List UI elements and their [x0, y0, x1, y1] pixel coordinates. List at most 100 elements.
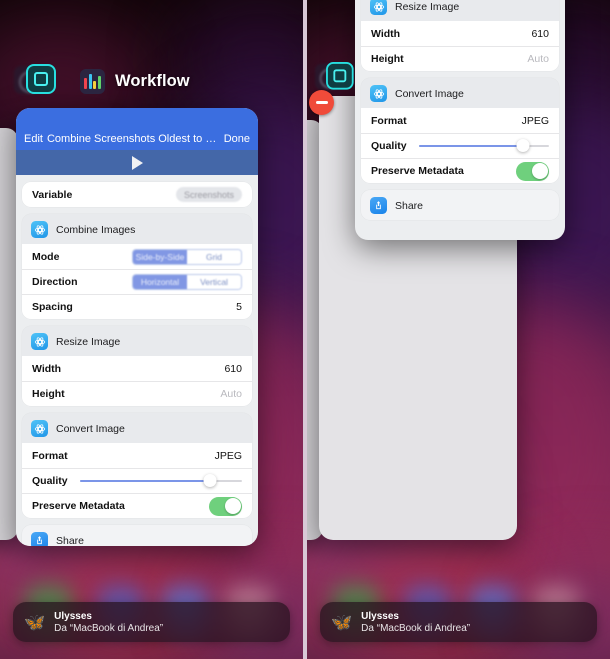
row-mode[interactable]: Mode Side-by-Side Grid [22, 244, 252, 269]
share-icon [31, 532, 48, 546]
done-button[interactable]: Done [224, 133, 250, 145]
workflow-card-right[interactable]: Resize Image Width 610 Height Auto Conve… [355, 0, 565, 240]
segment-option[interactable]: Vertical [187, 275, 241, 289]
row-label: Direction [32, 276, 78, 288]
block-title: Share [395, 199, 424, 212]
action-block-variable[interactable]: Variable Screenshots [22, 182, 252, 207]
screenshot-divider [303, 0, 307, 659]
row-label: Quality [371, 140, 407, 152]
remove-card-button[interactable] [309, 90, 334, 115]
block-title: Share [56, 534, 85, 547]
row-value[interactable]: 610 [224, 363, 242, 375]
row-height[interactable]: Height Auto [361, 46, 559, 71]
ulysses-butterfly-icon: 🦋 [24, 612, 46, 632]
block-header: Share [22, 525, 252, 546]
app-title: Workflow [115, 71, 190, 90]
notification-title: Ulysses [54, 610, 92, 622]
row-value[interactable]: JPEG [215, 450, 242, 462]
run-workflow-bar[interactable] [16, 150, 258, 175]
workflow-app-icon [80, 68, 105, 94]
block-header: Convert Image [361, 78, 559, 108]
row-value[interactable]: Auto [527, 53, 549, 65]
row-label: Format [32, 449, 68, 462]
workflow-action-list-right: Resize Image Width 610 Height Auto Conve… [355, 0, 565, 228]
notification-subtitle: Da “MacBook di Andrea” [54, 622, 164, 634]
preserve-metadata-toggle[interactable] [516, 161, 549, 181]
convert-image-icon [370, 85, 387, 102]
block-header: Share [361, 190, 559, 220]
foreground-app-icon [26, 64, 56, 94]
row-preserve-metadata[interactable]: Preserve Metadata [361, 158, 559, 183]
segment-option[interactable]: Side-by-Side [133, 249, 187, 264]
workflow-navbar: Edit Combine Screenshots Oldest to N… Do… [16, 108, 258, 150]
edit-button[interactable]: Edit [24, 133, 43, 145]
row-label: Mode [32, 250, 60, 263]
app-switcher-card-icon [14, 64, 56, 98]
row-label: Height [371, 53, 404, 65]
segment-option[interactable]: Grid [187, 249, 241, 264]
action-block-resize-image[interactable]: Resize Image Width 610 Height Auto [22, 326, 252, 406]
block-header: Resize Image [22, 326, 252, 356]
row-format[interactable]: Format JPEG [361, 108, 559, 133]
action-block-share[interactable]: Share [22, 525, 252, 546]
row-label: Quality [32, 475, 68, 487]
block-title: Convert Image [395, 87, 464, 100]
row-value[interactable]: Auto [220, 388, 242, 400]
row-label: Preserve Metadata [371, 165, 464, 177]
resize-image-icon [31, 333, 48, 350]
row-label: Width [371, 27, 401, 40]
block-header: Combine Images [22, 214, 252, 244]
row-label: Spacing [32, 301, 73, 313]
quality-slider[interactable] [79, 474, 242, 488]
row-quality[interactable]: Quality [361, 133, 559, 158]
app-switcher-card-icon [315, 62, 354, 93]
workflow-title: Combine Screenshots Oldest to N… [46, 133, 224, 145]
row-spacing[interactable]: Spacing 5 [22, 294, 252, 319]
block-header: Resize Image [361, 0, 559, 21]
segment-option[interactable]: Horizontal [133, 275, 187, 289]
combine-images-icon [31, 221, 48, 238]
play-icon[interactable] [131, 155, 143, 170]
workflow-card-left[interactable]: Edit Combine Screenshots Oldest to N… Do… [16, 108, 258, 546]
row-width[interactable]: Width 610 [361, 21, 559, 46]
row-height[interactable]: Height Auto [22, 381, 252, 406]
notification-title: Ulysses [361, 610, 399, 622]
workflow-action-list: Variable Screenshots Combine Images Mode… [16, 182, 258, 546]
block-title: Resize Image [395, 0, 460, 13]
row-value[interactable]: 5 [236, 301, 242, 313]
quality-slider[interactable] [418, 139, 549, 153]
row-width[interactable]: Width 610 [22, 356, 252, 381]
foreground-app-icon [326, 62, 354, 90]
action-block-resize-image[interactable]: Resize Image Width 610 Height Auto [361, 0, 559, 71]
row-direction[interactable]: Direction Horizontal Vertical [22, 269, 252, 294]
row-label: Width [32, 362, 62, 375]
row-value[interactable]: 610 [531, 28, 549, 40]
app-card-header-left[interactable]: Workflow [14, 64, 190, 98]
notification-subtitle: Da “MacBook di Andrea” [361, 622, 471, 634]
action-block-share[interactable]: Share [361, 190, 559, 220]
row-label: Height [32, 388, 65, 400]
row-value[interactable]: JPEG [522, 115, 549, 127]
block-title: Combine Images [56, 223, 136, 236]
resize-image-icon [370, 0, 387, 15]
row-preserve-metadata[interactable]: Preserve Metadata [22, 493, 252, 518]
notification-banner[interactable]: 🦋 Ulysses Da “MacBook di Andrea” [320, 602, 597, 642]
preserve-metadata-toggle[interactable] [209, 496, 242, 516]
convert-image-icon [31, 420, 48, 437]
row-quality[interactable]: Quality [22, 468, 252, 493]
action-block-combine-images[interactable]: Combine Images Mode Side-by-Side Grid Di… [22, 214, 252, 319]
direction-segmented-control[interactable]: Horizontal Vertical [132, 274, 242, 290]
ulysses-butterfly-icon: 🦋 [331, 612, 353, 632]
action-block-convert-image[interactable]: Convert Image Format JPEG Quality Preser… [361, 78, 559, 183]
notification-banner[interactable]: 🦋 Ulysses Da “MacBook di Andrea” [13, 602, 290, 642]
switcher-panel-left[interactable]: Workflow CSp APULV FL SSR SS Edit Combin… [0, 0, 303, 659]
mode-segmented-control[interactable]: Side-by-Side Grid [132, 248, 242, 265]
app-switcher-screen: Workflow CSp APULV FL SSR SS Edit Combin… [0, 0, 610, 659]
block-title: Resize Image [56, 335, 121, 348]
action-block-convert-image[interactable]: Convert Image Format JPEG Quality Preser… [22, 413, 252, 518]
switcher-panel-right[interactable]: CSp APULV FL SSR SS [307, 0, 610, 659]
row-variable[interactable]: Variable Screenshots [22, 182, 252, 207]
row-label: Preserve Metadata [32, 500, 125, 512]
variable-pill[interactable]: Screenshots [175, 187, 242, 202]
row-format[interactable]: Format JPEG [22, 443, 252, 468]
